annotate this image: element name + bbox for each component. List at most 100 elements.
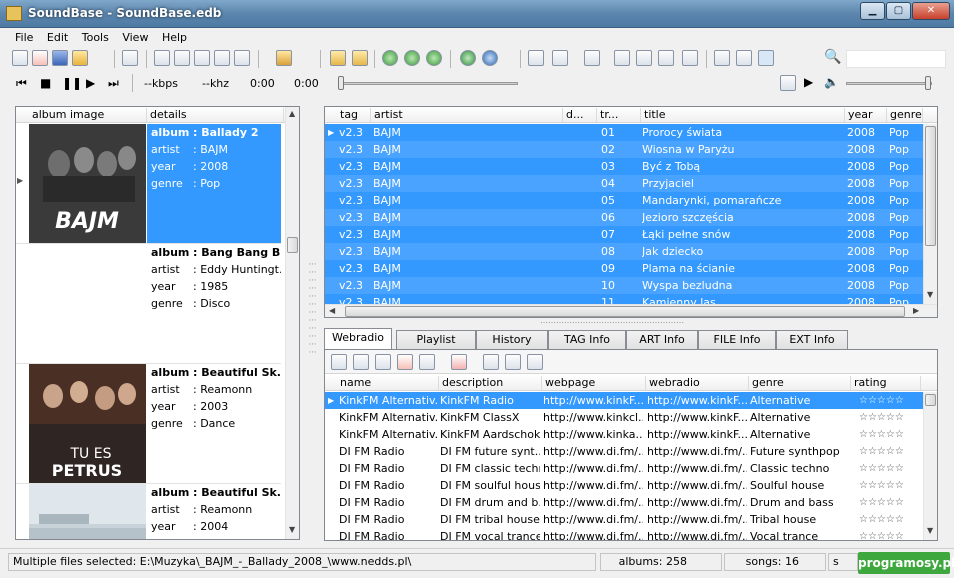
scroll-thumb[interactable] <box>925 394 936 406</box>
scroll-up-icon[interactable]: ▲ <box>289 109 295 118</box>
col-rating[interactable]: rating <box>851 376 921 390</box>
track-row[interactable]: v2.3 BAJM 06 Jezioro szczęścia 2008 Pop <box>325 209 923 226</box>
view-7-icon[interactable] <box>682 50 698 66</box>
menu-help[interactable]: Help <box>157 29 192 46</box>
col-description[interactable]: description <box>439 376 542 390</box>
station-row[interactable]: KinkFM Alternativ... KinkFM ClassX http://… <box>325 409 923 426</box>
rating-stars-icon[interactable]: ☆☆☆☆☆ <box>859 528 919 540</box>
maximize-button[interactable]: ▢ <box>886 2 911 20</box>
tracks-scrollbar[interactable]: ▼ <box>923 124 937 304</box>
globe-menu-icon[interactable] <box>482 50 498 66</box>
albums-scrollbar[interactable]: ▲ ▼ <box>285 107 299 539</box>
seek-thumb[interactable] <box>338 76 344 90</box>
col-tag[interactable]: tag <box>337 108 371 122</box>
horizontal-splitter[interactable]: ⋯⋯⋯⋯⋯⋯⋯⋯⋯⋯⋯⋯⋯⋯⋯⋯⋯⋯ <box>540 318 684 327</box>
list-edit-icon[interactable] <box>505 354 521 370</box>
record-icon[interactable] <box>451 354 467 370</box>
col-webradio[interactable]: webradio <box>646 376 749 390</box>
view-3-icon[interactable] <box>584 50 600 66</box>
web-search-icon[interactable] <box>382 50 398 66</box>
menu-edit[interactable]: Edit <box>42 29 73 46</box>
col-title[interactable]: title <box>641 108 845 122</box>
col-webpage[interactable]: webpage <box>542 376 646 390</box>
scroll-left-icon[interactable]: ◀ <box>329 306 335 315</box>
globe-icon[interactable] <box>460 50 476 66</box>
list-web-icon[interactable] <box>527 354 543 370</box>
save-icon[interactable] <box>52 50 68 66</box>
menu-file[interactable]: File <box>10 29 38 46</box>
album-item[interactable]: ▶ BAJM album: Ballady 2 artist: BAJM yea… <box>16 124 281 244</box>
album-item[interactable]: album: Beautiful Sk... artist: Reamonn y… <box>16 484 281 539</box>
hscroll-thumb[interactable] <box>345 306 905 317</box>
track-row[interactable]: ▶ v2.3 BAJM 01 Proroсу świata 2008 Pop <box>325 124 923 141</box>
minimize-button[interactable]: ▁ <box>860 2 885 20</box>
scroll-right-icon[interactable]: ▶ <box>913 306 919 315</box>
station-row[interactable]: ▶ KinkFM Alternativ... KinkFM Radio http://… <box>325 392 923 409</box>
col-disc[interactable]: d... <box>563 108 597 122</box>
rating-stars-icon[interactable]: ☆☆☆☆☆ <box>859 511 919 528</box>
col-name[interactable]: name <box>337 376 439 390</box>
close-button[interactable]: ✕ <box>912 2 950 20</box>
col-year[interactable]: year <box>845 108 887 122</box>
scroll-down-icon[interactable]: ▼ <box>289 525 295 534</box>
view-6-icon[interactable] <box>658 50 674 66</box>
edit-grid-icon[interactable] <box>174 50 190 66</box>
rating-stars-icon[interactable]: ☆☆☆☆☆ <box>859 426 919 443</box>
scroll-down-icon[interactable]: ▼ <box>927 526 933 535</box>
export-icon[interactable] <box>736 50 752 66</box>
station-row[interactable]: DI FM RadioDI FM classic technohttp://ww… <box>325 460 923 477</box>
pin-icon[interactable] <box>758 50 774 66</box>
rating-stars-icon[interactable]: ☆☆☆☆☆ <box>859 460 919 477</box>
track-row[interactable]: v2.3 BAJM 03 Być z Tobą 2008 Pop <box>325 158 923 175</box>
web-update-icon[interactable] <box>404 50 420 66</box>
scroll-thumb[interactable] <box>925 126 936 246</box>
check-grid-icon[interactable] <box>194 50 210 66</box>
next-icon[interactable]: ⏭ <box>108 76 119 91</box>
folder-icon[interactable] <box>330 50 346 66</box>
tab-playlist[interactable]: Playlist <box>396 330 476 349</box>
track-row[interactable]: v2.3 BAJM 08 Jak dziecko 2008 Pop <box>325 243 923 260</box>
seek-slider[interactable] <box>338 82 518 85</box>
rating-stars-icon[interactable]: ☆☆☆☆☆ <box>859 494 919 511</box>
delete-station-icon[interactable] <box>397 354 413 370</box>
station-row[interactable]: DI FM Radio DI FM soulful house http://www… <box>325 477 923 494</box>
web-download-icon[interactable] <box>426 50 442 66</box>
folder-export-icon[interactable] <box>352 50 368 66</box>
menu-view[interactable]: View <box>117 29 153 46</box>
station-row[interactable]: DI FM Radio DI FM tribal house http://www.… <box>325 511 923 528</box>
play-icon[interactable]: ▶ <box>86 76 95 90</box>
menu-tools[interactable]: Tools <box>77 29 114 46</box>
vertical-splitter[interactable]: ⋮⋮⋮⋮⋮⋮⋮⋮⋮⋮⋮⋮ <box>308 260 317 356</box>
grid-icon[interactable] <box>214 50 230 66</box>
station-row[interactable]: DI FM Radio DI FM future synt... http://ww… <box>325 443 923 460</box>
rating-stars-icon[interactable]: ☆☆☆☆☆ <box>859 392 919 409</box>
track-row[interactable]: v2.3 BAJM 11 Kamienny las 2008 Pop <box>325 294 923 304</box>
view-4-icon[interactable] <box>614 50 630 66</box>
volume-icon[interactable]: 🔈 <box>824 75 839 89</box>
edit-station-icon[interactable] <box>353 354 369 370</box>
rating-stars-icon[interactable]: ☆☆☆☆☆ <box>859 477 919 494</box>
tab-file-info[interactable]: FILE Info <box>698 330 776 349</box>
prev-icon[interactable]: ⏮ <box>16 76 27 91</box>
scroll-thumb[interactable] <box>287 237 298 253</box>
open-folder-icon[interactable] <box>72 50 88 66</box>
track-row[interactable]: v2.3 BAJM 05 Mandarynki, pomarańcze 2008 Pop <box>325 192 923 209</box>
view-5-icon[interactable] <box>636 50 652 66</box>
track-row[interactable]: v2.3 BAJM 07 Łąki pełne snów 2008 Pop <box>325 226 923 243</box>
stop-icon[interactable]: ■ <box>40 76 51 90</box>
tracks-hscrollbar[interactable]: ◀ ▶ <box>325 304 937 317</box>
list-icon[interactable] <box>483 354 499 370</box>
volume-slider[interactable] <box>846 82 932 85</box>
tab-tag-info[interactable]: TAG Info <box>548 330 626 349</box>
tab-ext-info[interactable]: EXT Info <box>776 330 848 349</box>
import-icon[interactable] <box>714 50 730 66</box>
rating-stars-icon[interactable]: ☆☆☆☆☆ <box>859 443 919 460</box>
folder-arrow-icon[interactable] <box>276 50 292 66</box>
volume-thumb[interactable] <box>925 76 931 90</box>
tab-webradio[interactable]: Webradio <box>324 328 392 349</box>
tools-icon[interactable] <box>122 50 138 66</box>
delete-grid-icon[interactable] <box>234 50 250 66</box>
album-item[interactable]: TU ES PETRUS album: Beautiful Sk... arti… <box>16 364 281 484</box>
pause-icon[interactable]: ❚❚ <box>62 76 82 90</box>
scroll-down-icon[interactable]: ▼ <box>927 290 933 299</box>
